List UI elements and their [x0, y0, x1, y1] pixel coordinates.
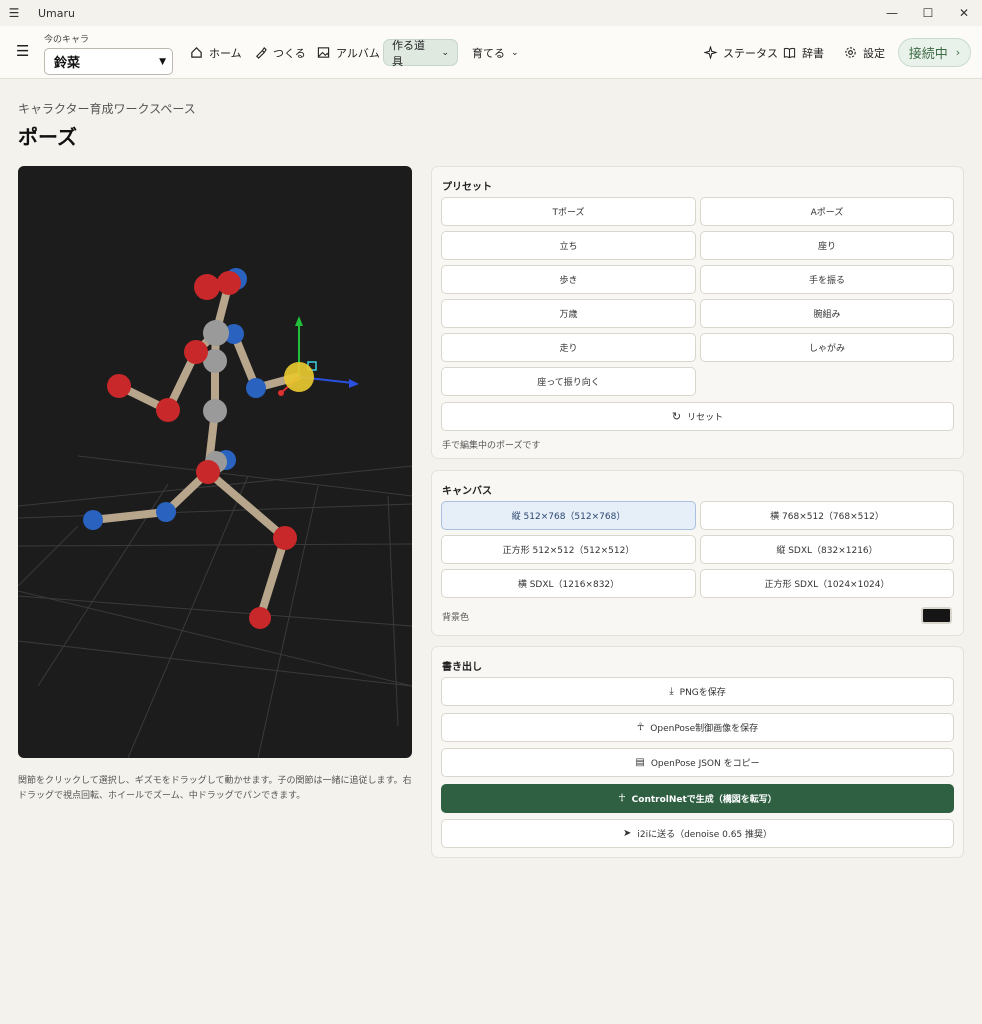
canvas-heading: キャンバス [442, 486, 492, 497]
save-png-label: PNGを保存 [679, 688, 726, 698]
pose-scene[interactable] [18, 166, 412, 758]
preset-a-pose-button[interactable]: Aポーズ [700, 197, 954, 226]
chevron-down-icon: ⌄ [441, 47, 449, 58]
canvas-size-square-sdxl[interactable]: 正方形 SDXL（1024×1024） [700, 569, 954, 598]
background-color-swatch[interactable] [921, 607, 952, 624]
preset-arms-crossed-button[interactable]: 腕組み [700, 299, 954, 328]
nav-dictionary-label: 辞書 [802, 46, 824, 60]
preset-walk-button[interactable]: 歩き [441, 265, 696, 294]
sparkle-icon [704, 46, 717, 59]
preset-banzai-button[interactable]: 万歳 [441, 299, 696, 328]
chevron-right-icon: › [955, 46, 961, 59]
app-menu-icon[interactable]: ☰ [0, 0, 28, 26]
title-bar: ☰ Umaru — ☐ ✕ [0, 0, 982, 26]
background-color-label: 背景色 [442, 613, 470, 623]
copy-json-button[interactable]: ▤ OpenPose JSON をコピー [441, 748, 954, 777]
nav-create-label: つくる [273, 46, 306, 60]
send-i2i-button[interactable]: ➤ i2iに送る（denoise 0.65 推奨） [441, 819, 954, 848]
controlnet-generate-button[interactable]: ☥ ControlNetで生成（構図を転写） [441, 784, 954, 813]
canvas-size-portrait-sdxl[interactable]: 縦 SDXL（832×1216） [700, 535, 954, 564]
character-value: 鈴菜 [54, 56, 81, 71]
controlnet-label: ControlNetで生成（構図を転写） [631, 795, 777, 805]
export-heading: 書き出し [442, 662, 482, 673]
nav-home-label: ホーム [209, 46, 242, 60]
viewport-help-text: 関節をクリックして選択し、ギズモをドラッグして動かせます。子の関節は一緒に追従し… [18, 776, 412, 801]
close-icon[interactable]: ✕ [946, 0, 982, 26]
copy-json-label: OpenPose JSON をコピー [650, 759, 760, 769]
connection-label: 接続中 [908, 47, 948, 62]
save-png-button[interactable]: ⤓ PNGを保存 [441, 677, 954, 706]
preset-run-button[interactable]: 走り [441, 333, 696, 362]
connection-status-button[interactable]: 接続中 › [898, 38, 971, 67]
chevron-down-icon: ▼ [159, 56, 166, 67]
file-icon: ▤ [635, 757, 645, 768]
canvas-size-square-512[interactable]: 正方形 512×512（512×512） [441, 535, 696, 564]
preset-t-pose-button[interactable]: Tポーズ [441, 197, 696, 226]
character-selector: 今のキャラ 鈴菜 ▼ [44, 32, 173, 75]
presets-card: プリセット Tポーズ Aポーズ 立ち 座り 歩き 手を振る 万歳 腕組み 走り … [431, 166, 964, 459]
canvas-card: キャンバス 縦 512×768（512×768） 横 768×512（768×5… [431, 470, 964, 636]
person-icon: ☥ [618, 793, 626, 804]
person-icon: ☥ [636, 722, 645, 733]
menu-icon[interactable]: ☰ [16, 44, 29, 59]
preset-crouch-button[interactable]: しゃがみ [700, 333, 954, 362]
preset-sit-button[interactable]: 座り [700, 231, 954, 260]
export-card: 書き出し ⤓ PNGを保存 ☥ OpenPose制御画像を保存 ▤ OpenPo… [431, 646, 964, 858]
pose-viewport[interactable] [18, 166, 412, 758]
home-icon [191, 47, 202, 58]
brush-icon [255, 46, 267, 59]
nav-album[interactable]: アルバム [309, 39, 388, 66]
nav-settings[interactable]: 設定 [836, 39, 893, 66]
nav-grow[interactable]: 育てる ⌄ [464, 39, 527, 66]
download-icon: ⤓ [669, 686, 674, 697]
image-icon [317, 47, 330, 58]
reset-icon: ↻ [671, 410, 682, 423]
nav-dictionary[interactable]: 辞書 [775, 39, 832, 66]
canvas-size-portrait-512[interactable]: 縦 512×768（512×768） [441, 501, 696, 530]
nav-status[interactable]: ステータス [696, 39, 786, 66]
canvas-size-landscape-sdxl[interactable]: 横 SDXL（1216×832） [441, 569, 696, 598]
page-subtitle: キャラクター育成ワークスペース [18, 102, 196, 116]
reset-label: リセット [687, 413, 724, 423]
nav-tools[interactable]: 作る道具 ⌄ [383, 38, 458, 68]
nav-grow-label: 育てる [472, 46, 505, 60]
minimize-icon[interactable]: — [874, 0, 910, 26]
nav-status-label: ステータス [723, 46, 778, 60]
preset-wave-button[interactable]: 手を振る [700, 265, 954, 294]
send-icon: ➤ [622, 828, 632, 839]
gear-icon [845, 47, 856, 58]
window-controls: — ☐ ✕ [874, 0, 982, 26]
canvas-size-landscape-768[interactable]: 横 768×512（768×512） [700, 501, 954, 530]
top-nav: ☰ 今のキャラ 鈴菜 ▼ ホーム つくる アルバム 作る道具 ⌄ 育てる ⌄ ス… [0, 26, 982, 79]
save-openpose-button[interactable]: ☥ OpenPose制御画像を保存 [441, 713, 954, 742]
reset-button[interactable]: ↻ リセット [441, 402, 954, 431]
character-label: 今のキャラ [44, 35, 90, 45]
preset-stand-button[interactable]: 立ち [441, 231, 696, 260]
nav-album-label: アルバム [336, 46, 380, 60]
presets-heading: プリセット [442, 182, 492, 193]
window-title: Umaru [38, 6, 76, 20]
pose-status-text: 手で編集中のポーズです [442, 441, 541, 451]
chevron-down-icon: ⌄ [511, 47, 519, 58]
page-title: ポーズ [18, 125, 77, 149]
book-icon [783, 47, 796, 59]
preset-sit-turn-button[interactable]: 座って振り向く [441, 367, 696, 396]
maximize-icon[interactable]: ☐ [910, 0, 946, 26]
nav-tools-label: 作る道具 [392, 38, 425, 68]
nav-home[interactable]: ホーム [182, 39, 250, 66]
character-select[interactable]: 鈴菜 ▼ [44, 48, 173, 75]
send-i2i-label: i2iに送る（denoise 0.65 推奨） [637, 830, 773, 840]
save-openpose-label: OpenPose制御画像を保存 [650, 724, 759, 734]
nav-settings-label: 設定 [863, 46, 885, 60]
skeleton-joints[interactable] [83, 268, 314, 629]
nav-create[interactable]: つくる [246, 39, 314, 66]
skeleton-bones [89, 279, 301, 622]
floor-grid [18, 455, 412, 758]
